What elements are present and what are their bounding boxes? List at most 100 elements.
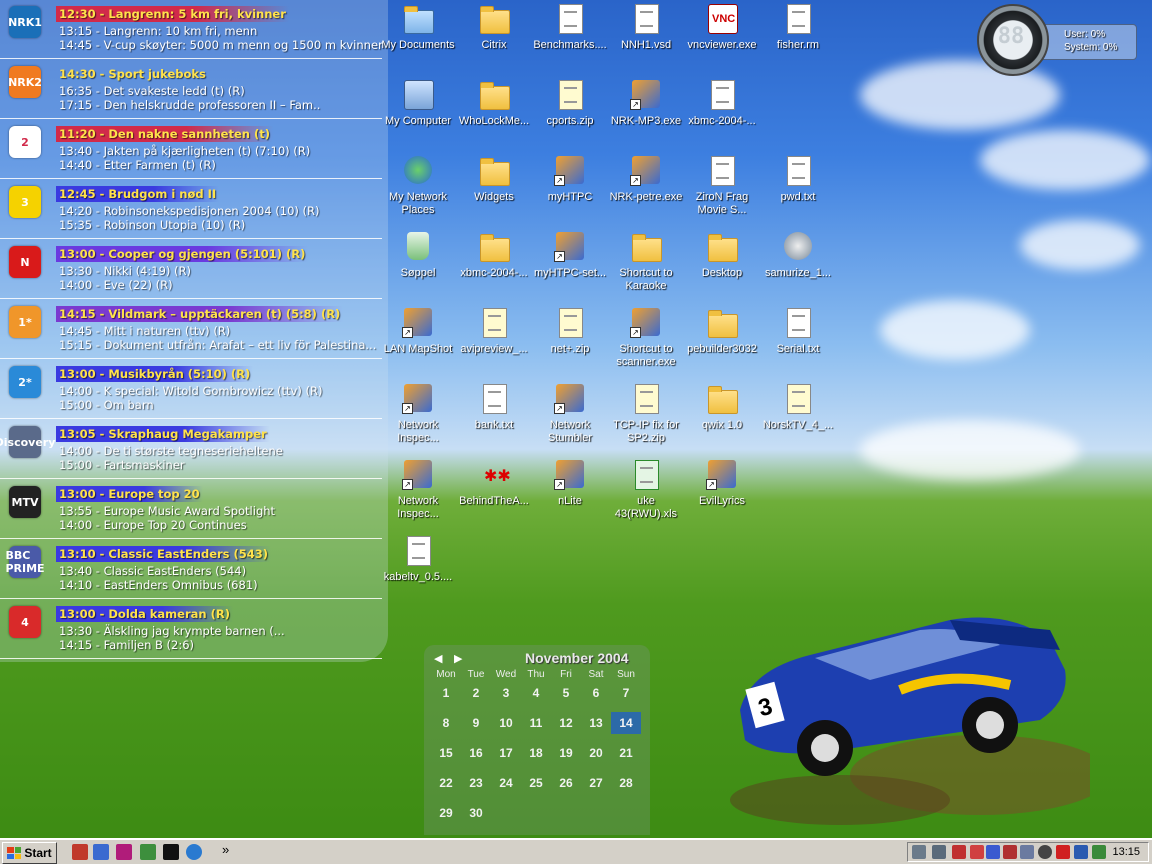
calendar-today[interactable]: 14 xyxy=(611,712,641,734)
calendar-day[interactable]: 4 xyxy=(521,682,551,704)
calendar-day[interactable]: 18 xyxy=(521,742,551,764)
calendar-day[interactable]: 17 xyxy=(491,742,521,764)
desktop-icon[interactable]: ↗ Network Inspec... xyxy=(380,458,456,521)
calendar-day[interactable]: 5 xyxy=(551,682,581,704)
desktop-icon[interactable]: pebuilder3032 xyxy=(684,306,760,356)
tray-icon[interactable] xyxy=(932,845,946,859)
tv-channel-row[interactable]: BBC PRIME 13:10 - Classic EastEnders (543… xyxy=(0,540,382,599)
calendar-day[interactable]: 1 xyxy=(431,682,461,704)
tray-icon[interactable] xyxy=(1056,845,1070,859)
calendar-day[interactable]: 26 xyxy=(551,772,581,794)
calendar-day[interactable]: 2 xyxy=(461,682,491,704)
desktop-icon[interactable]: uke 43(RWU).xls xyxy=(608,458,684,521)
desktop-icon[interactable]: ↗ LAN MapShot xyxy=(380,306,456,356)
tray-icon[interactable] xyxy=(1020,845,1034,859)
tv-channel-row[interactable]: 2 11:20 - Den nakne sannheten (t) 13:40 - … xyxy=(0,120,382,179)
tray-icon[interactable] xyxy=(912,845,926,859)
calendar-day[interactable]: 10 xyxy=(491,712,521,734)
desktop-icon[interactable]: NNH1.vsd xyxy=(608,2,684,52)
calendar-day[interactable]: 7 xyxy=(611,682,641,704)
calendar-day[interactable]: 23 xyxy=(461,772,491,794)
desktop-icon[interactable]: ↗ Shortcut to scanner.exe xyxy=(608,306,684,369)
tv-channel-row[interactable]: N 13:00 - Cooper og gjengen (5:101) (R) 13… xyxy=(0,240,382,299)
desktop-icon[interactable]: pwd.txt xyxy=(760,154,836,204)
taskbar-clock[interactable]: 13:15 xyxy=(1112,846,1140,858)
tray-shield-icon[interactable] xyxy=(952,845,966,859)
calendar-day[interactable]: 20 xyxy=(581,742,611,764)
desktop-icon[interactable]: ZiroN Frag Movie S... xyxy=(684,154,760,217)
calendar-day[interactable]: 25 xyxy=(521,772,551,794)
tray-icon[interactable] xyxy=(1074,845,1088,859)
quicklaunch-network-icon[interactable] xyxy=(140,844,156,860)
desktop-icon[interactable]: My Computer xyxy=(380,78,456,128)
desktop-icon[interactable]: TCP-IP fix for SP2.zip xyxy=(608,382,684,445)
tray-icon[interactable] xyxy=(970,845,984,859)
desktop-icon[interactable]: Shortcut to Karaoke xyxy=(608,230,684,293)
calendar-prev-button[interactable]: ◀ xyxy=(434,652,442,665)
desktop-icon[interactable]: cports.zip xyxy=(532,78,608,128)
desktop-icon[interactable]: samurize_1... xyxy=(760,230,836,280)
desktop-icon[interactable]: Søppel xyxy=(380,230,456,280)
desktop-icon[interactable]: WhoLockMe... xyxy=(456,78,532,128)
desktop-icon[interactable]: VNC vncviewer.exe xyxy=(684,2,760,52)
desktop-icon[interactable]: ↗ nLite xyxy=(532,458,608,508)
calendar-day[interactable]: 27 xyxy=(581,772,611,794)
tv-channel-row[interactable]: NRK2 14:30 - Sport jukeboks 16:35 - Det sv… xyxy=(0,60,382,119)
tv-channel-row[interactable]: NRK1 12:30 - Langrenn: 5 km fri, kvinner 1… xyxy=(0,0,383,59)
desktop-icon[interactable]: bank.txt xyxy=(456,382,532,432)
tv-channel-row[interactable]: 2* 13:00 - Musikbyrån (5:10) (R) 14:00 - K… xyxy=(0,360,382,419)
tray-volume-icon[interactable] xyxy=(1092,845,1106,859)
calendar-day[interactable]: 21 xyxy=(611,742,641,764)
tray-network-icon[interactable] xyxy=(986,845,1000,859)
calendar-day[interactable]: 6 xyxy=(581,682,611,704)
quicklaunch-console-icon[interactable] xyxy=(163,844,179,860)
calendar-day[interactable]: 9 xyxy=(461,712,491,734)
desktop-icon[interactable]: My Network Places xyxy=(380,154,456,217)
quicklaunch-save-icon[interactable] xyxy=(116,844,132,860)
desktop-icon[interactable]: net+.zip xyxy=(532,306,608,356)
start-button[interactable]: Start xyxy=(2,842,57,864)
calendar-day[interactable]: 3 xyxy=(491,682,521,704)
desktop-icon[interactable]: Widgets xyxy=(456,154,532,204)
desktop-icon[interactable]: kabeltv_0.5.... xyxy=(380,534,456,584)
calendar-next-button[interactable]: ▶ xyxy=(454,652,462,665)
quicklaunch-ie-icon[interactable] xyxy=(186,844,202,860)
desktop-icon[interactable]: ↗ NRK-petre.exe xyxy=(608,154,684,204)
desktop-icon[interactable]: ↗ myHTPC xyxy=(532,154,608,204)
tray-icon[interactable] xyxy=(1003,845,1017,859)
calendar-day[interactable]: 8 xyxy=(431,712,461,734)
desktop-icon[interactable]: xbmc-2004-... xyxy=(456,230,532,280)
calendar-day[interactable]: 24 xyxy=(491,772,521,794)
desktop-icon[interactable]: NorskTV_4_... xyxy=(760,382,836,432)
calendar-day[interactable]: 15 xyxy=(431,742,461,764)
quicklaunch-app-icon[interactable] xyxy=(72,844,88,860)
tv-channel-row[interactable]: 4 13:00 - Dolda kameran (R) 13:30 - Älskli… xyxy=(0,600,382,659)
desktop-icon[interactable]: ↗ NRK-MP3.exe xyxy=(608,78,684,128)
tv-channel-row[interactable]: Discovery 13:05 - Skraphaug Megakamper 14:… xyxy=(0,420,382,479)
calendar-day[interactable]: 19 xyxy=(551,742,581,764)
desktop-icon[interactable]: Desktop xyxy=(684,230,760,280)
tv-channel-row[interactable]: 3 12:45 - Brudgom i nød II 14:20 - Robinso… xyxy=(0,180,382,239)
desktop-icon[interactable]: ↗ myHTPC-set... xyxy=(532,230,608,280)
desktop-icon[interactable]: xbmc-2004-... xyxy=(684,78,760,128)
desktop-icon[interactable]: My Documents xyxy=(380,2,456,52)
desktop-icon[interactable]: qwix 1.0 xyxy=(684,382,760,432)
calendar-day[interactable]: 11 xyxy=(521,712,551,734)
desktop-icon[interactable]: avipreview_... xyxy=(456,306,532,356)
quicklaunch-more-button[interactable]: » xyxy=(222,842,229,857)
calendar-day[interactable]: 29 xyxy=(431,802,461,824)
desktop-icon[interactable]: Citrix xyxy=(456,2,532,52)
desktop-icon[interactable]: Serial.txt xyxy=(760,306,836,356)
calendar-day[interactable]: 12 xyxy=(551,712,581,734)
tv-channel-row[interactable]: 1* 14:15 - Vildmark – upptäckaren (t) (5:… xyxy=(0,300,382,359)
desktop-icon[interactable]: ↗ Network Inspec... xyxy=(380,382,456,445)
tv-channel-row[interactable]: MTV 13:00 - Europe top 20 13:55 - Europe M… xyxy=(0,480,382,539)
desktop-icon[interactable]: fisher.rm xyxy=(760,2,836,52)
calendar-day[interactable]: 22 xyxy=(431,772,461,794)
desktop-icon[interactable]: Benchmarks.... xyxy=(532,2,608,52)
calendar-day[interactable]: 30 xyxy=(461,802,491,824)
calendar-day[interactable]: 28 xyxy=(611,772,641,794)
tray-icon[interactable] xyxy=(1038,845,1052,859)
desktop-icon[interactable]: ✱✱ BehindTheA... xyxy=(456,458,532,508)
calendar-day[interactable]: 16 xyxy=(461,742,491,764)
